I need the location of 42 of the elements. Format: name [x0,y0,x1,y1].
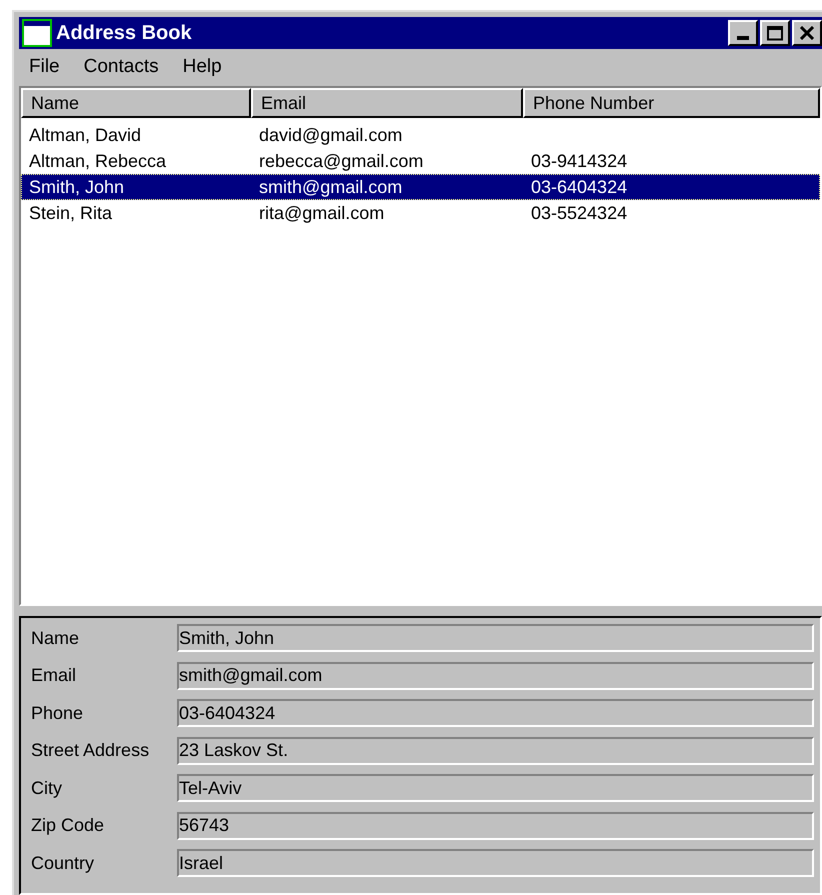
table-cell-text: Stein, Rita [29,202,112,224]
contact-row[interactable]: Stein, Rita rita@gmail.com 03-5524324 [21,200,820,226]
field-label: City [31,776,63,800]
window-title: Address Book [56,21,192,46]
contact-row[interactable]: Altman, Rebecca rebecca@gmail.com 03-9414324 [21,148,820,174]
table-cell-text: 03-9414324 [531,150,628,172]
table-cell-text: Smith, John [29,176,124,198]
contact-row[interactable]: Smith, John smith@gmail.com 03-6404324 [21,174,820,200]
input-field[interactable]: smith@gmail.com [177,662,814,690]
minimize-button[interactable] [728,20,758,46]
input-field[interactable]: 23 Laskov St. [177,736,814,765]
column-header[interactable]: Name [21,88,251,118]
table-cell-text: smith@gmail.com [259,176,402,199]
table-cell-text: 03-5524324 [531,202,628,224]
close-icon [800,26,814,40]
table-cell-text: rebecca@gmail.com [259,150,424,173]
table-cell-text: Altman, Rebecca [29,150,166,172]
input-field[interactable]: Smith, John [177,624,814,652]
minimize-icon [737,36,749,40]
maximize-icon [767,26,783,40]
field-label: Name [31,626,80,650]
input-field[interactable]: Israel [177,849,814,878]
menu-item[interactable]: Contacts [84,53,159,82]
input-field[interactable]: Tel-Aviv [177,774,814,802]
field-label: Phone [31,702,84,725]
table-cell-text: Altman, David [29,124,142,146]
field-label: Street Address [31,739,150,762]
contact-row[interactable]: Altman, David david@gmail.com [21,122,820,148]
input-field[interactable]: 03-6404324 [177,699,814,728]
field-label: Country [31,852,96,875]
column-header[interactable]: Email [251,88,523,118]
menu-item[interactable]: Help [182,53,222,82]
field-label: Email [31,664,78,688]
table-cell-text: david@gmail.com [259,124,402,147]
table-cell-text: rita@gmail.com [259,202,384,225]
input-field[interactable]: 56743 [177,812,814,840]
column-header[interactable]: Phone Number [523,88,820,118]
field-label: Zip Code [31,814,106,838]
table-cell-text: 03-6404324 [531,176,628,198]
menu-item[interactable]: File [29,53,60,82]
maximize-button[interactable] [760,20,790,46]
close-button[interactable] [792,20,822,46]
